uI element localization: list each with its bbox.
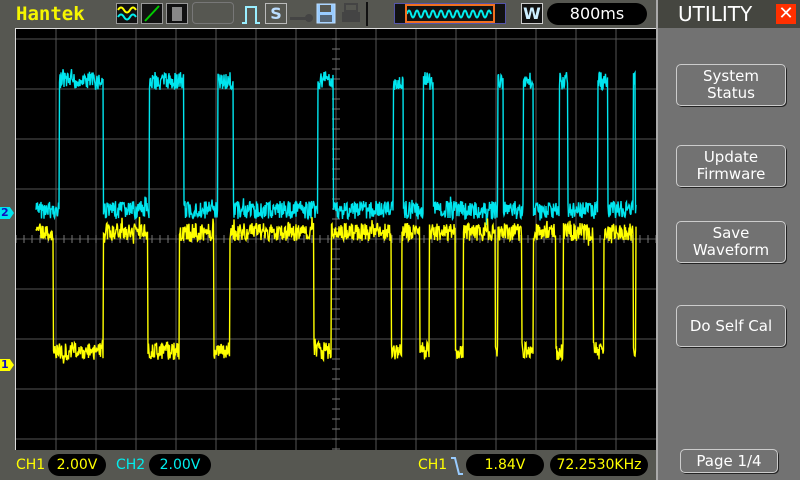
save-waveform-button[interactable]: Save Waveform — [676, 221, 786, 263]
self-cal-button[interactable]: Do Self Cal — [676, 305, 786, 347]
frequency-readout: 72.2530KHz — [550, 454, 648, 476]
brand-logo: Hantek — [16, 3, 85, 25]
persistence-icon[interactable] — [166, 3, 188, 24]
waveform-display — [15, 28, 657, 451]
ch1-offset-marker[interactable]: 1 — [0, 359, 14, 371]
single-mode-icon[interactable]: S — [265, 3, 287, 24]
ch2-offset-marker[interactable]: 2 — [0, 207, 14, 219]
waveform-canvas — [15, 29, 657, 451]
divider — [366, 2, 368, 26]
top-toolbar: Hantek S W 800ms — [0, 0, 656, 28]
menu-title: UTILITY ✕ — [658, 0, 800, 28]
button-label: Waveform — [692, 241, 770, 259]
trigger-mode-icon[interactable] — [240, 3, 264, 25]
system-status-button[interactable]: System Status — [676, 64, 786, 106]
channel-waveform-icon[interactable] — [116, 3, 138, 24]
update-firmware-button[interactable]: Update Firmware — [676, 145, 786, 187]
button-label: System — [703, 67, 759, 85]
ch2-label: CH2 — [116, 457, 146, 473]
ch1-label: CH1 — [16, 457, 46, 473]
rising-edge-icon — [450, 456, 464, 480]
button-label: Save — [712, 224, 750, 242]
printer-icon — [340, 3, 362, 24]
utility-menu: UTILITY ✕ System Status Update Firmware Sa… — [656, 0, 800, 480]
button-label: Status — [707, 84, 755, 102]
ch1-scale[interactable]: 2.00V — [48, 454, 106, 476]
save-disk-icon[interactable] — [316, 3, 336, 24]
timebase-display[interactable]: 800ms — [547, 3, 647, 25]
button-label: Firmware — [696, 165, 766, 183]
status-slot — [192, 2, 234, 24]
memory-position-bar[interactable] — [394, 3, 506, 24]
view-window[interactable] — [405, 4, 495, 23]
trigger-source: CH1 — [418, 457, 448, 473]
key-icon — [290, 8, 314, 22]
button-label: Update — [703, 148, 759, 166]
button-label: Do Self Cal — [689, 316, 773, 335]
close-icon[interactable]: ✕ — [776, 4, 796, 24]
xy-mode-icon[interactable] — [141, 3, 163, 24]
trigger-level[interactable]: 1.84V — [466, 454, 544, 476]
status-bar: CH1 2.00V CH2 2.00V CH1 1.84V 72.2530KHz — [0, 450, 656, 480]
ch2-scale[interactable]: 2.00V — [149, 454, 211, 476]
menu-title-text: UTILITY — [678, 2, 753, 26]
window-badge: W — [521, 3, 543, 24]
page-button[interactable]: Page 1/4 — [680, 449, 778, 473]
